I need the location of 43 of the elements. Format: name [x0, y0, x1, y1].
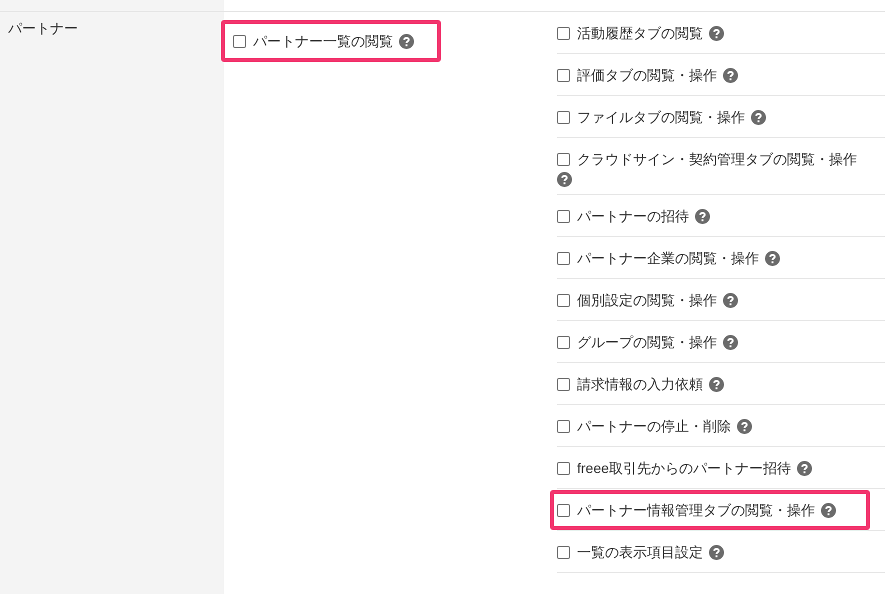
help-icon[interactable]	[709, 544, 724, 560]
help-icon[interactable]	[751, 110, 766, 124]
help-icon[interactable]	[723, 292, 738, 308]
permission-option[interactable]: 評価タブの閲覧・操作	[550, 55, 870, 95]
help-icon[interactable]	[821, 502, 836, 518]
checkbox[interactable]	[557, 504, 570, 516]
checkbox[interactable]	[557, 420, 570, 432]
permission-option[interactable]: パートナー企業の閲覧・操作	[550, 238, 870, 278]
permission-option[interactable]: クラウドサイン・契約管理タブの閲覧・操作	[550, 139, 870, 194]
help-icon[interactable]	[765, 250, 780, 266]
permission-option[interactable]: パートナーの停止・削除	[550, 406, 870, 446]
checkbox[interactable]	[557, 110, 570, 124]
help-icon[interactable]	[723, 68, 738, 82]
help-icon[interactable]	[709, 26, 724, 40]
permission-option[interactable]: グループの閲覧・操作	[550, 322, 870, 362]
help-icon[interactable]	[723, 334, 738, 350]
checkbox[interactable]	[557, 68, 570, 82]
permission-option[interactable]: パートナーの招待	[550, 196, 870, 236]
permission-option[interactable]: 請求情報の入力依頼	[550, 364, 870, 404]
checkbox[interactable]	[557, 294, 570, 306]
checkbox[interactable]	[557, 26, 570, 40]
help-icon[interactable]	[709, 376, 724, 392]
help-icon[interactable]	[399, 34, 414, 48]
checkbox[interactable]	[557, 252, 570, 264]
checkbox[interactable]	[557, 210, 570, 222]
checkbox[interactable]	[557, 462, 570, 474]
help-icon[interactable]	[695, 208, 710, 224]
checkbox[interactable]	[557, 546, 570, 558]
checkbox[interactable]	[557, 378, 570, 390]
help-icon[interactable]	[557, 172, 572, 187]
permission-option[interactable]: ファイルタブの閲覧・操作	[550, 97, 870, 137]
permission-option[interactable]: 一覧の表示項目設定	[550, 532, 870, 572]
checkbox[interactable]	[557, 336, 570, 348]
checkbox[interactable]	[557, 152, 570, 166]
permission-option[interactable]: パートナー情報管理タブの閲覧・操作	[550, 490, 870, 530]
section-label: パートナー	[8, 20, 78, 38]
permission-option[interactable]: freee取引先からのパートナー招待	[550, 448, 870, 488]
permission-option[interactable]: 活動履歴タブの閲覧	[550, 13, 870, 53]
permission-option[interactable]: 個別設定の閲覧・操作	[550, 280, 870, 320]
help-icon[interactable]	[796, 460, 812, 476]
help-icon[interactable]	[737, 418, 752, 434]
checkbox[interactable]	[233, 34, 246, 48]
permission-option[interactable]: パートナー一覧の閲覧	[221, 20, 441, 62]
